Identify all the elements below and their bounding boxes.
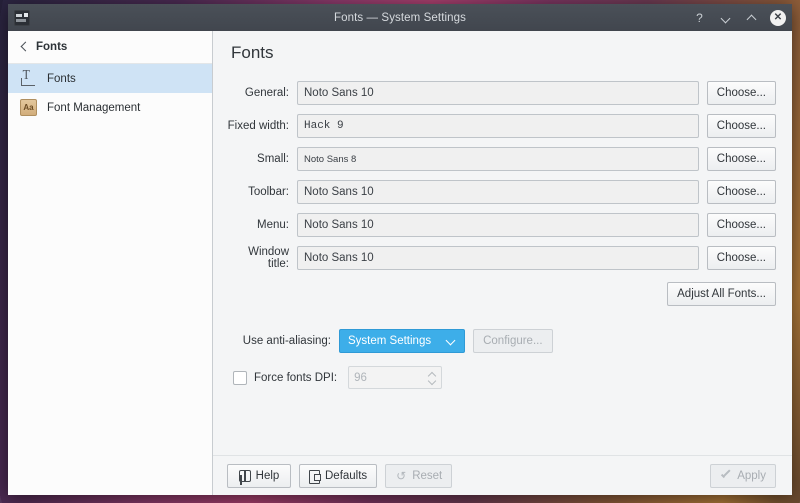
spinbox-arrows[interactable]	[428, 372, 436, 384]
choose-menu-font-button[interactable]: Choose...	[707, 213, 776, 237]
chevron-down-icon	[447, 337, 456, 346]
antialiasing-dropdown[interactable]: System Settings	[339, 329, 465, 353]
choose-fixed-width-font-button[interactable]: Choose...	[707, 114, 776, 138]
page-title: Fonts	[231, 43, 792, 63]
check-icon	[720, 470, 732, 482]
font-row-toolbar: Toolbar: Noto Sans 10 Choose...	[227, 180, 776, 204]
adjust-all-fonts-button[interactable]: Adjust All Fonts...	[667, 282, 776, 306]
choose-general-font-button[interactable]: Choose...	[707, 81, 776, 105]
font-row-label: Window title:	[227, 246, 289, 270]
force-fonts-dpi-value: 96	[354, 372, 428, 384]
antialiasing-value: System Settings	[348, 335, 431, 347]
small-font-field[interactable]: Noto Sans 8	[297, 147, 699, 171]
force-dpi-row: Force fonts DPI: 96	[233, 366, 776, 389]
minimize-window-button[interactable]	[718, 10, 733, 25]
window-title-font-field[interactable]: Noto Sans 10	[297, 246, 699, 270]
defaults-button[interactable]: Defaults	[299, 464, 377, 488]
defaults-icon	[309, 470, 320, 482]
help-window-button[interactable]: ?	[692, 10, 707, 25]
adjust-all-fonts-row: Adjust All Fonts...	[227, 282, 776, 306]
font-row-label: Menu:	[227, 219, 289, 231]
choose-small-font-button[interactable]: Choose...	[707, 147, 776, 171]
spinbox-up-icon[interactable]	[428, 372, 436, 377]
apply-button[interactable]: Apply	[710, 464, 776, 488]
choose-window-title-font-button[interactable]: Choose...	[707, 246, 776, 270]
defaults-button-label: Defaults	[325, 470, 367, 482]
sidebar: Fonts Fonts Aa Font Management	[8, 31, 213, 495]
force-fonts-dpi-spinbox[interactable]: 96	[348, 366, 442, 389]
help-button-label: Help	[256, 470, 280, 482]
sidebar-header-label: Fonts	[36, 41, 67, 53]
chevron-up-icon	[748, 14, 756, 22]
main-content: General: Noto Sans 10 Choose... Fixed wi…	[213, 73, 792, 455]
help-button[interactable]: Help	[227, 464, 291, 488]
font-row-fixed-width: Fixed width: Hack 9 Choose...	[227, 114, 776, 138]
window-controls: ? ✕	[692, 10, 786, 26]
font-row-small: Small: Noto Sans 8 Choose...	[227, 147, 776, 171]
system-settings-icon	[14, 10, 30, 26]
main-pane: Fonts General: Noto Sans 10 Choose... Fi…	[213, 31, 792, 495]
font-row-general: General: Noto Sans 10 Choose...	[227, 81, 776, 105]
reset-button[interactable]: ↺ Reset	[385, 464, 452, 488]
font-row-menu: Menu: Noto Sans 10 Choose...	[227, 213, 776, 237]
footer-toolbar: Help Defaults ↺ Reset Apply	[213, 455, 792, 495]
font-row-window-title: Window title: Noto Sans 10 Choose...	[227, 246, 776, 270]
sidebar-back-header[interactable]: Fonts	[8, 31, 212, 64]
choose-toolbar-font-button[interactable]: Choose...	[707, 180, 776, 204]
fixed-width-font-field[interactable]: Hack 9	[297, 114, 699, 138]
sidebar-list: Fonts Aa Font Management	[8, 64, 212, 122]
window-titlebar[interactable]: Fonts — System Settings ? ✕	[8, 4, 792, 31]
maximize-window-button[interactable]	[744, 10, 759, 25]
fonts-icon	[20, 70, 37, 87]
force-fonts-dpi-label: Force fonts DPI:	[254, 372, 337, 384]
chevron-down-icon	[722, 14, 730, 22]
font-row-label: Fixed width:	[227, 120, 289, 132]
force-fonts-dpi-checkbox[interactable]	[233, 371, 247, 385]
general-font-field[interactable]: Noto Sans 10	[297, 81, 699, 105]
reset-button-label: Reset	[412, 470, 442, 482]
antialiasing-label: Use anti-aliasing:	[227, 335, 331, 347]
font-row-label: Small:	[227, 153, 289, 165]
font-management-icon: Aa	[20, 99, 37, 116]
menu-font-field[interactable]: Noto Sans 10	[297, 213, 699, 237]
system-settings-window: Fonts — System Settings ? ✕ Fonts Fonts …	[8, 4, 792, 495]
help-icon	[239, 470, 251, 482]
configure-antialiasing-button[interactable]: Configure...	[473, 329, 552, 353]
font-row-label: Toolbar:	[227, 186, 289, 198]
sidebar-item-fonts[interactable]: Fonts	[8, 64, 212, 93]
sidebar-item-font-management[interactable]: Aa Font Management	[8, 93, 212, 122]
sidebar-item-label: Font Management	[47, 102, 140, 114]
antialiasing-row: Use anti-aliasing: System Settings Confi…	[227, 329, 776, 353]
font-row-label: General:	[227, 87, 289, 99]
toolbar-font-field[interactable]: Noto Sans 10	[297, 180, 699, 204]
spinbox-down-icon[interactable]	[428, 379, 436, 384]
main-header: Fonts	[213, 31, 792, 73]
sidebar-item-label: Fonts	[47, 73, 76, 85]
apply-button-label: Apply	[737, 470, 766, 482]
close-window-button[interactable]: ✕	[770, 10, 786, 26]
window-body: Fonts Fonts Aa Font Management Fonts	[8, 31, 792, 495]
reset-arrow-icon: ↺	[395, 470, 407, 482]
window-title: Fonts — System Settings	[8, 12, 792, 24]
chevron-left-icon	[20, 42, 28, 52]
